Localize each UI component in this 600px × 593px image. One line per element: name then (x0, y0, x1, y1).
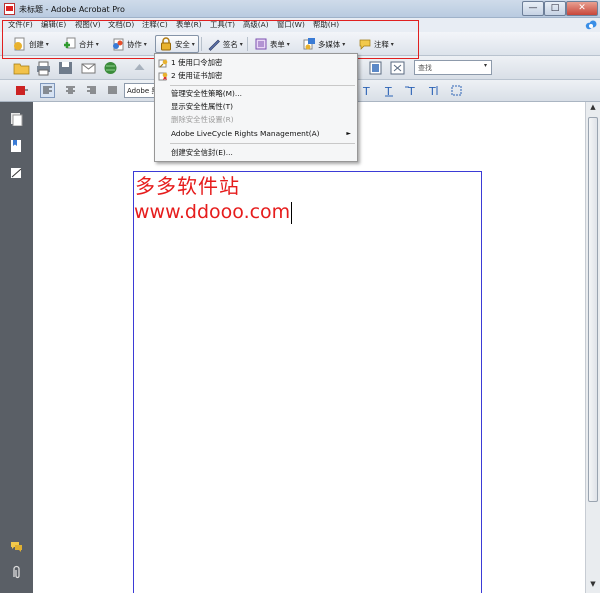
show-security-properties-item[interactable]: 显示安全性属性(T) (155, 101, 357, 113)
page-text-box[interactable] (133, 171, 482, 593)
search-input[interactable]: 查找 ▾ (414, 60, 492, 75)
globe-icon[interactable] (102, 60, 119, 76)
text-color-icon[interactable] (14, 83, 29, 98)
open-folder-icon[interactable] (13, 60, 30, 76)
chevron-down-icon[interactable]: ▾ (481, 62, 490, 73)
title-bar: 未标题 - Adobe Acrobat Pro — □ ✕ (0, 0, 600, 18)
fullscreen-icon[interactable] (389, 60, 406, 76)
text-size-icon[interactable]: T (360, 83, 375, 98)
certificate-icon (158, 72, 168, 81)
attachments-icon[interactable] (10, 565, 23, 579)
remove-security-item: 删除安全性设置(R) (171, 115, 234, 124)
menu-separator (170, 143, 355, 144)
superscript-icon[interactable]: T (404, 83, 419, 98)
bookmarks-icon[interactable] (10, 139, 23, 153)
previous-page-icon[interactable] (131, 60, 148, 76)
create-security-envelope-item[interactable]: 创建安全信封(E)... (155, 147, 357, 159)
document-text-line-2[interactable]: www.ddooo.com (134, 201, 293, 224)
scrollbar-thumb[interactable] (588, 117, 598, 502)
scroll-up-icon[interactable]: ▲ (587, 103, 599, 115)
text-spacing-icon[interactable]: T (426, 83, 441, 98)
encrypt-with-certificate-item[interactable]: 2 使用证书加密 (155, 70, 357, 82)
minimize-button[interactable]: — (522, 1, 544, 16)
livecycle-rights-management-item[interactable]: Adobe LiveCycle Rights Management(A) ► (155, 128, 357, 140)
signatures-icon[interactable] (10, 166, 23, 180)
email-icon[interactable] (80, 60, 97, 76)
key-icon (158, 59, 168, 68)
justify-icon[interactable] (105, 83, 120, 98)
align-right-icon[interactable] (84, 83, 99, 98)
maximize-button[interactable]: □ (544, 1, 566, 16)
encrypt-with-certificate-label: 2 使用证书加密 (171, 71, 223, 80)
window-title: 未标题 - Adobe Acrobat Pro (19, 5, 125, 14)
svg-text:T: T (362, 85, 370, 98)
align-center-icon[interactable] (63, 83, 78, 98)
close-button[interactable]: ✕ (566, 1, 598, 16)
font-value: Adobe 黑 (127, 87, 156, 95)
svg-text:T: T (428, 85, 436, 98)
submenu-arrow-icon: ► (346, 130, 351, 137)
document-viewport[interactable] (33, 102, 585, 593)
document-text-line-1[interactable]: 多多软件站 (135, 170, 240, 199)
vertical-scrollbar[interactable]: ▲ ▼ (585, 102, 600, 593)
encrypt-with-password-item[interactable]: 1 使用口令加密 (155, 57, 357, 69)
subscript-icon[interactable]: T (382, 83, 397, 98)
encrypt-with-password-label: 1 使用口令加密 (171, 58, 223, 67)
comments-panel-icon[interactable] (10, 539, 23, 553)
livecycle-rights-management-label: Adobe LiveCycle Rights Management(A) (171, 129, 320, 138)
pages-icon[interactable] (10, 112, 23, 126)
fit-page-icon[interactable] (367, 60, 384, 76)
save-icon[interactable] (57, 60, 74, 76)
text-box-icon[interactable] (449, 83, 464, 98)
acrobat-app-icon (4, 3, 15, 15)
manage-security-policies-item[interactable]: 管理安全性策略(M)... (155, 88, 357, 100)
print-icon[interactable] (35, 60, 52, 76)
security-dropdown-menu: 1 使用口令加密 2 使用证书加密 管理安全性策略(M)... 显示安全性属性(… (154, 53, 358, 162)
font-select[interactable]: Adobe 黑 (124, 83, 156, 98)
search-placeholder: 查找 (418, 64, 432, 72)
navigation-panel (0, 102, 33, 593)
cloud-share-icon[interactable] (584, 18, 598, 31)
text-caret (291, 201, 293, 224)
align-left-icon[interactable] (40, 83, 55, 98)
scroll-down-icon[interactable]: ▼ (587, 580, 599, 592)
menu-separator (170, 85, 355, 86)
document-url-text: www.ddooo.com (134, 201, 291, 223)
